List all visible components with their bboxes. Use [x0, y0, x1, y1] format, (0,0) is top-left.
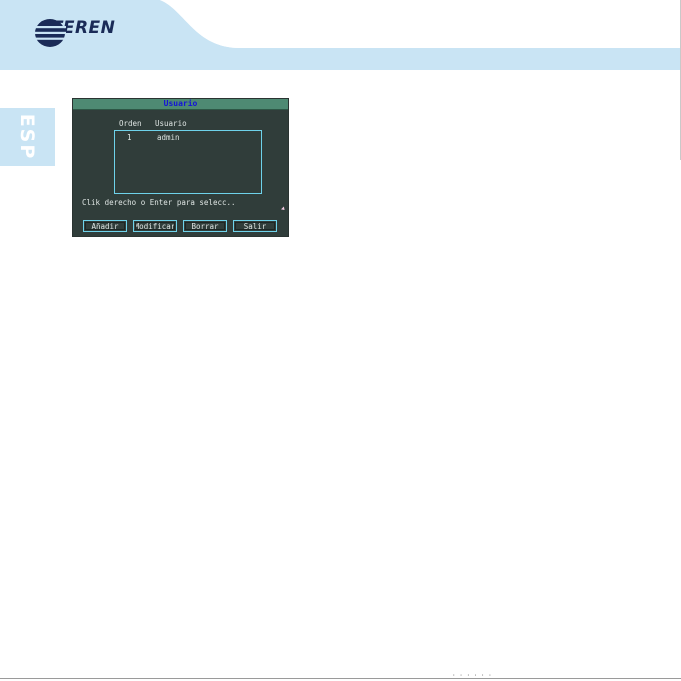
mouse-cursor-icon — [281, 206, 286, 212]
steren-logo-icon — [34, 19, 66, 47]
language-label: ESP — [16, 113, 38, 161]
exit-button[interactable]: Salir — [233, 220, 277, 232]
dialog-title: Usuario — [163, 99, 198, 108]
user-dialog: Usuario Orden Usuario 1 admin Clik derec… — [72, 98, 289, 237]
list-item-order[interactable]: 1 — [127, 133, 132, 142]
dialog-titlebar: Usuario — [73, 99, 288, 110]
footer-mark: · · · · · · — [452, 672, 492, 679]
add-button[interactable]: Añadir — [83, 220, 127, 232]
modify-button[interactable]: Modificar — [133, 220, 177, 232]
column-header-user: Usuario — [155, 119, 187, 128]
brand-logo: STEREN — [34, 18, 115, 47]
page-header: STEREN — [0, 0, 681, 70]
hint-text: Clik derecho o Enter para selecc.. — [82, 198, 236, 207]
delete-button[interactable]: Borrar — [183, 220, 227, 232]
column-header-order: Orden — [119, 119, 142, 128]
list-item-user[interactable]: admin — [157, 133, 180, 142]
user-list[interactable] — [114, 130, 262, 194]
language-tab: ESP — [0, 108, 55, 166]
footer-rule — [0, 678, 681, 679]
